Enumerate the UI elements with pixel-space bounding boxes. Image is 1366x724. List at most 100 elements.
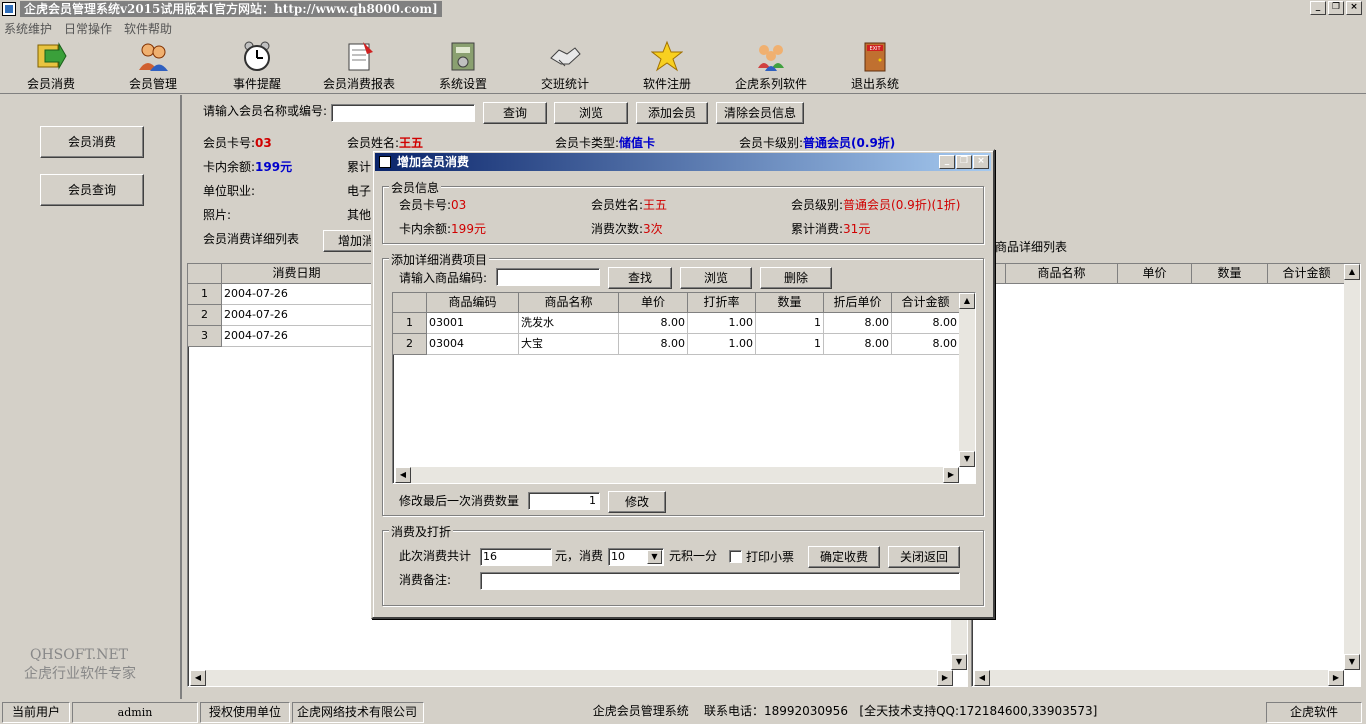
browse-button[interactable]: 浏览 <box>554 102 628 124</box>
auth-unit-label: 授权使用单位 <box>200 702 290 723</box>
find-button[interactable]: 查找 <box>608 267 672 289</box>
goods-detail-grid[interactable]: 商品名称 单价 数量 合计金额 ▲ ▼ ◀ ▶ <box>971 263 1361 687</box>
scroll-left-icon[interactable]: ◀ <box>395 467 411 483</box>
col-goods-name: 商品名称 <box>1006 264 1118 284</box>
toolbar-register-button[interactable]: 软件注册 <box>622 40 712 92</box>
toolbar-series-button[interactable]: 企虎系列软件 <box>726 40 816 92</box>
print-receipt-label: 打印小票 <box>746 550 795 564</box>
confirm-charge-button[interactable]: 确定收费 <box>808 546 880 568</box>
dialog-icon <box>379 156 391 168</box>
close-button[interactable]: × <box>1346 1 1362 15</box>
member-consume-button[interactable]: 会员消费 <box>40 126 144 158</box>
clear-member-button[interactable]: 清除会员信息 <box>716 102 804 124</box>
app-icon <box>2 2 16 16</box>
star-icon <box>650 40 684 72</box>
status-support: [全天技术支持QQ:172184600,33903573] <box>859 704 1098 718</box>
dialog-minimize-button[interactable]: _ <box>939 155 955 169</box>
member-search-input[interactable] <box>331 104 475 122</box>
exit-door-icon: EXIT <box>859 40 891 72</box>
scroll-up-icon[interactable]: ▲ <box>1344 264 1360 280</box>
status-brand: 企虎软件 <box>1266 702 1362 723</box>
dlg-browse-button[interactable]: 浏览 <box>680 267 752 289</box>
table-row[interactable]: 03004 <box>427 334 519 355</box>
table-row[interactable]: 2004-07-26 <box>222 326 372 347</box>
detail-list-label: 会员消费详细列表 <box>203 232 300 246</box>
scroll-down-icon[interactable]: ▼ <box>959 451 975 467</box>
sum-input[interactable]: 16 <box>480 548 552 566</box>
member-query-button[interactable]: 会员查询 <box>40 174 144 206</box>
delete-button[interactable]: 删除 <box>760 267 832 289</box>
toolbar-exit-button[interactable]: EXIT 退出系统 <box>830 40 920 92</box>
print-receipt-checkbox[interactable] <box>729 550 742 563</box>
dlg-total: 31元 <box>843 222 871 236</box>
points-label: 元积一分 <box>669 549 718 563</box>
table-row[interactable]: 2004-07-26 <box>222 284 372 305</box>
toolbar-report-button[interactable]: 会员消费报表 <box>314 40 404 92</box>
arrow-icon <box>35 40 67 72</box>
col-date: 消费日期 <box>222 264 372 284</box>
scroll-down-icon[interactable]: ▼ <box>1344 654 1360 670</box>
menu-system[interactable]: 系统维护 <box>4 20 52 37</box>
close-return-button[interactable]: 关闭返回 <box>888 546 960 568</box>
detail-items-legend: 添加详细消费项目 <box>389 251 490 268</box>
maximize-button[interactable]: ❐ <box>1328 1 1344 15</box>
toolbar-member-button[interactable]: 会员管理 <box>108 40 198 92</box>
modify-qty-label: 修改最后一次消费数量 <box>399 494 520 508</box>
scroll-left-icon[interactable]: ◀ <box>974 670 990 686</box>
status-bar: 当前用户 admin 授权使用单位 企虎网络技术有限公司 企虎会员管理系统 联系… <box>0 700 1366 724</box>
scroll-up-icon[interactable]: ▲ <box>959 293 975 309</box>
goods-code-input[interactable] <box>496 268 600 286</box>
payment-group: 消费及打折 此次消费共计 16 元，消费 10 ▼ 元积一分 打印小票 确定收费… <box>382 523 984 606</box>
toolbar: 会员消费 会员管理 事件提醒 会员消费报表 系统设置 交班统计 软件注册 企虎系… <box>0 38 1366 94</box>
dlg-level: 普通会员(0.9折)(1折) <box>843 198 961 212</box>
menu-daily[interactable]: 日常操作 <box>64 20 112 37</box>
table-row[interactable]: 03001 <box>427 313 519 334</box>
search-label: 请输入会员名称或编号: <box>203 104 328 118</box>
modify-qty-input[interactable]: 1 <box>528 492 600 510</box>
minimize-button[interactable]: _ <box>1310 1 1326 15</box>
scroll-right-icon[interactable]: ▶ <box>937 670 953 686</box>
card-no-label: 会员卡号: <box>203 136 256 150</box>
scroll-right-icon[interactable]: ▶ <box>943 467 959 483</box>
total-label-partial: 累计 <box>347 160 372 174</box>
scroll-right-icon[interactable]: ▶ <box>1328 670 1344 686</box>
alarm-clock-icon <box>241 40 273 72</box>
dlg-name: 王五 <box>643 198 668 212</box>
goods-vscrollbar[interactable]: ▲ ▼ <box>1344 264 1360 670</box>
dialog-close-button[interactable]: × <box>973 155 989 169</box>
payment-legend: 消费及打折 <box>389 523 454 540</box>
balance-label: 卡内余额: <box>203 160 256 174</box>
modify-button[interactable]: 修改 <box>608 491 666 513</box>
toolbar-settings-button[interactable]: 系统设置 <box>418 40 508 92</box>
menu-help[interactable]: 软件帮助 <box>124 20 172 37</box>
chevron-down-icon[interactable]: ▼ <box>647 550 662 564</box>
scroll-left-icon[interactable]: ◀ <box>190 670 206 686</box>
points-rate-select[interactable]: 10 ▼ <box>608 548 664 566</box>
brand-slogan: 企虎行业软件专家 <box>24 666 136 682</box>
current-user-value: admin <box>72 702 198 723</box>
table-row[interactable]: 2004-07-26 <box>222 305 372 326</box>
toolbar-reminder-button[interactable]: 事件提醒 <box>212 40 302 92</box>
col-qty: 数量 <box>1192 264 1268 284</box>
dialog-grid-hscrollbar[interactable]: ◀ ▶ <box>395 467 959 483</box>
toolbar-consume-button[interactable]: 会员消费 <box>6 40 96 92</box>
records-hscrollbar[interactable]: ◀ ▶ <box>190 670 953 686</box>
card-type-label: 会员卡类型: <box>555 136 620 150</box>
left-pane: 会员消费 会员查询 QHSOFT.NET 企虎行业软件专家 <box>0 95 182 699</box>
status-info: 企虎会员管理系统 联系电话：18992030956 [全天技术支持QQ:1721… <box>426 702 1264 723</box>
dialog-items-grid[interactable]: 商品编码 商品名称 单价 打折率 数量 折后单价 合计金额 1 03001 洗发… <box>392 292 976 484</box>
dialog-grid-vscrollbar[interactable]: ▲ ▼ <box>959 293 975 467</box>
photo-label: 照片: <box>203 208 232 222</box>
card-no-value: 03 <box>255 136 272 150</box>
scroll-down-icon[interactable]: ▼ <box>951 654 967 670</box>
query-button[interactable]: 查询 <box>483 102 547 124</box>
goods-hscrollbar[interactable]: ◀ ▶ <box>974 670 1344 686</box>
member-info-legend: 会员信息 <box>389 179 442 196</box>
add-member-button[interactable]: 添加会员 <box>636 102 708 124</box>
group-icon <box>755 40 787 72</box>
dialog-maximize-button[interactable]: ❐ <box>956 155 972 169</box>
balance-value: 199元 <box>255 160 293 174</box>
toolbar-shift-button[interactable]: 交班统计 <box>520 40 610 92</box>
report-icon <box>343 40 375 72</box>
remark-input[interactable] <box>480 572 960 590</box>
